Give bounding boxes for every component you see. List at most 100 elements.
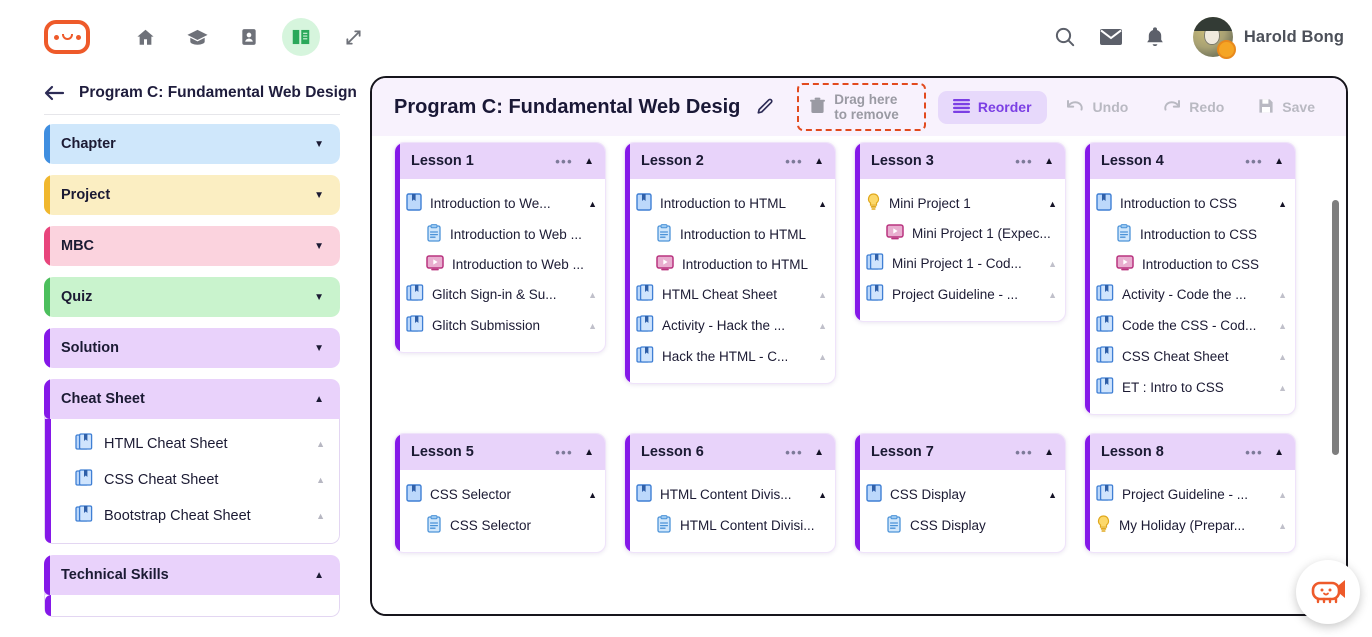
- lesson-item-row[interactable]: Introduction to HTML▲: [634, 188, 831, 219]
- sidebar-item-header[interactable]: Chapter▼: [44, 124, 340, 164]
- lesson-card-header[interactable]: Lesson 3•••▲: [855, 143, 1065, 179]
- panel-scroll-thumb[interactable]: [1332, 200, 1339, 455]
- lesson-item-row[interactable]: Introduction to CSS▲: [1094, 188, 1291, 219]
- lesson-item-row[interactable]: Project Guideline - ...▲: [864, 279, 1061, 310]
- sidebar-item-header[interactable]: MBC▼: [44, 226, 340, 266]
- lesson-item-row[interactable]: Mini Project 1▲: [864, 188, 1061, 219]
- lesson-menu-icon[interactable]: •••: [1245, 445, 1263, 460]
- chevron-up-icon[interactable]: ▲: [1043, 199, 1057, 209]
- chevron-up-icon[interactable]: ▲: [1273, 521, 1287, 531]
- bell-icon[interactable]: [1145, 26, 1165, 49]
- chevron-up-icon[interactable]: ▲: [314, 394, 324, 405]
- sidebar-item-header[interactable]: Cheat Sheet▲: [44, 379, 340, 419]
- sidebar-child-item[interactable]: HTML Cheat Sheet▲: [45, 426, 339, 462]
- sidebar-item-mbc[interactable]: MBC▼: [44, 226, 340, 266]
- lesson-item-row[interactable]: Mini Project 1 (Expec...: [864, 219, 1061, 248]
- chevron-down-icon[interactable]: ▼: [314, 241, 324, 252]
- chevron-up-icon[interactable]: ▲: [1273, 321, 1287, 331]
- lesson-card-header[interactable]: Lesson 1•••▲: [395, 143, 605, 179]
- search-icon[interactable]: [1053, 25, 1077, 49]
- mascot-logo[interactable]: [44, 20, 90, 54]
- lesson-item-row[interactable]: Project Guideline - ...▲: [1094, 479, 1291, 510]
- lesson-menu-icon[interactable]: •••: [785, 445, 803, 460]
- chevron-up-icon[interactable]: ▲: [1273, 383, 1287, 393]
- lesson-card[interactable]: Lesson 6•••▲HTML Content Divis...▲HTML C…: [624, 433, 836, 553]
- lesson-item-row[interactable]: CSS Selector: [404, 510, 601, 541]
- lesson-item-row[interactable]: HTML Content Divis...▲: [634, 479, 831, 510]
- lesson-menu-icon[interactable]: •••: [1015, 445, 1033, 460]
- lesson-item-row[interactable]: Introduction to HTML: [634, 219, 831, 250]
- save-button[interactable]: Save: [1243, 90, 1330, 125]
- chevron-up-icon[interactable]: ▲: [813, 490, 827, 500]
- chevron-up-icon[interactable]: ▲: [1274, 447, 1284, 458]
- book-icon[interactable]: [282, 18, 320, 56]
- sidebar-item-header[interactable]: Technical Skills▲: [44, 555, 340, 595]
- lesson-item-row[interactable]: Activity - Hack the ...▲: [634, 310, 831, 341]
- lesson-card[interactable]: Lesson 8•••▲Project Guideline - ...▲My H…: [1084, 433, 1296, 553]
- chevron-up-icon[interactable]: ▲: [1043, 490, 1057, 500]
- lesson-item-row[interactable]: CSS Cheat Sheet▲: [1094, 341, 1291, 372]
- chevron-up-icon[interactable]: ▲: [583, 199, 597, 209]
- lesson-item-row[interactable]: Introduction to HTML: [634, 250, 831, 279]
- chevron-up-icon[interactable]: ▲: [583, 490, 597, 500]
- avatar[interactable]: [1193, 17, 1233, 57]
- lesson-item-row[interactable]: Glitch Sign-in & Su...▲: [404, 279, 601, 310]
- chevron-up-icon[interactable]: ▲: [316, 511, 325, 521]
- lesson-item-row[interactable]: CSS Display: [864, 510, 1061, 541]
- id-card-icon[interactable]: [230, 18, 268, 56]
- lesson-card-header[interactable]: Lesson 7•••▲: [855, 434, 1065, 470]
- lesson-card-header[interactable]: Lesson 2•••▲: [625, 143, 835, 179]
- sidebar-item-chapter[interactable]: Chapter▼: [44, 124, 340, 164]
- chevron-down-icon[interactable]: ▼: [314, 292, 324, 303]
- chevron-down-icon[interactable]: ▼: [314, 139, 324, 150]
- chevron-up-icon[interactable]: ▲: [1044, 156, 1054, 167]
- chevron-down-icon[interactable]: ▼: [314, 190, 324, 201]
- lesson-card[interactable]: Lesson 7•••▲CSS Display▲CSS Display: [854, 433, 1066, 553]
- chevron-up-icon[interactable]: ▲: [583, 321, 597, 331]
- lesson-item-row[interactable]: Introduction to CSS: [1094, 250, 1291, 279]
- sidebar-item-header[interactable]: Quiz▼: [44, 277, 340, 317]
- chevron-up-icon[interactable]: ▲: [1273, 490, 1287, 500]
- lesson-item-row[interactable]: HTML Content Divisi...: [634, 510, 831, 541]
- chevron-up-icon[interactable]: ▲: [813, 352, 827, 362]
- chevron-up-icon[interactable]: ▲: [813, 290, 827, 300]
- chevron-up-icon[interactable]: ▲: [314, 570, 324, 581]
- lesson-item-row[interactable]: Glitch Submission▲: [404, 310, 601, 341]
- chevron-up-icon[interactable]: ▲: [1273, 352, 1287, 362]
- graduation-cap-icon[interactable]: [178, 18, 216, 56]
- user-profile[interactable]: Harold Bong: [1193, 17, 1344, 57]
- lesson-item-row[interactable]: Hack the HTML - C...▲: [634, 341, 831, 372]
- lesson-item-row[interactable]: Introduction to Web ...: [404, 219, 601, 250]
- drag-to-remove-dropzone[interactable]: Drag here to remove: [797, 83, 926, 131]
- chevron-up-icon[interactable]: ▲: [1043, 290, 1057, 300]
- lesson-item-row[interactable]: My Holiday (Prepar...▲: [1094, 510, 1291, 541]
- chevron-up-icon[interactable]: ▲: [1273, 199, 1287, 209]
- lesson-card[interactable]: Lesson 5•••▲CSS Selector▲CSS Selector: [394, 433, 606, 553]
- undo-button[interactable]: Undo: [1051, 91, 1144, 124]
- sidebar-item-quiz[interactable]: Quiz▼: [44, 277, 340, 317]
- lesson-item-row[interactable]: CSS Selector▲: [404, 479, 601, 510]
- lesson-item-row[interactable]: Introduction to Web ...: [404, 250, 601, 279]
- back-arrow-icon[interactable]: [44, 85, 65, 101]
- chat-support-button[interactable]: [1296, 560, 1360, 624]
- chevron-up-icon[interactable]: ▲: [1274, 156, 1284, 167]
- lesson-item-row[interactable]: Introduction to We...▲: [404, 188, 601, 219]
- chevron-up-icon[interactable]: ▲: [316, 439, 325, 449]
- lesson-item-row[interactable]: HTML Cheat Sheet▲: [634, 279, 831, 310]
- pencil-icon[interactable]: [755, 97, 775, 117]
- lesson-card-header[interactable]: Lesson 4•••▲: [1085, 143, 1295, 179]
- lesson-item-row[interactable]: Introduction to CSS: [1094, 219, 1291, 250]
- chevron-up-icon[interactable]: ▲: [584, 447, 594, 458]
- reorder-button[interactable]: Reorder: [938, 91, 1047, 124]
- chevron-up-icon[interactable]: ▲: [813, 321, 827, 331]
- lesson-menu-icon[interactable]: •••: [785, 154, 803, 169]
- sidebar-item-technical-skills[interactable]: Technical Skills▲: [44, 555, 340, 617]
- chevron-up-icon[interactable]: ▲: [814, 156, 824, 167]
- lesson-item-row[interactable]: ET : Intro to CSS▲: [1094, 372, 1291, 403]
- chevron-up-icon[interactable]: ▲: [583, 290, 597, 300]
- chevron-up-icon[interactable]: ▲: [813, 199, 827, 209]
- lesson-item-row[interactable]: Mini Project 1 - Cod...▲: [864, 248, 1061, 279]
- lesson-card-header[interactable]: Lesson 8•••▲: [1085, 434, 1295, 470]
- lesson-item-row[interactable]: Code the CSS - Cod...▲: [1094, 310, 1291, 341]
- chevron-up-icon[interactable]: ▲: [1273, 290, 1287, 300]
